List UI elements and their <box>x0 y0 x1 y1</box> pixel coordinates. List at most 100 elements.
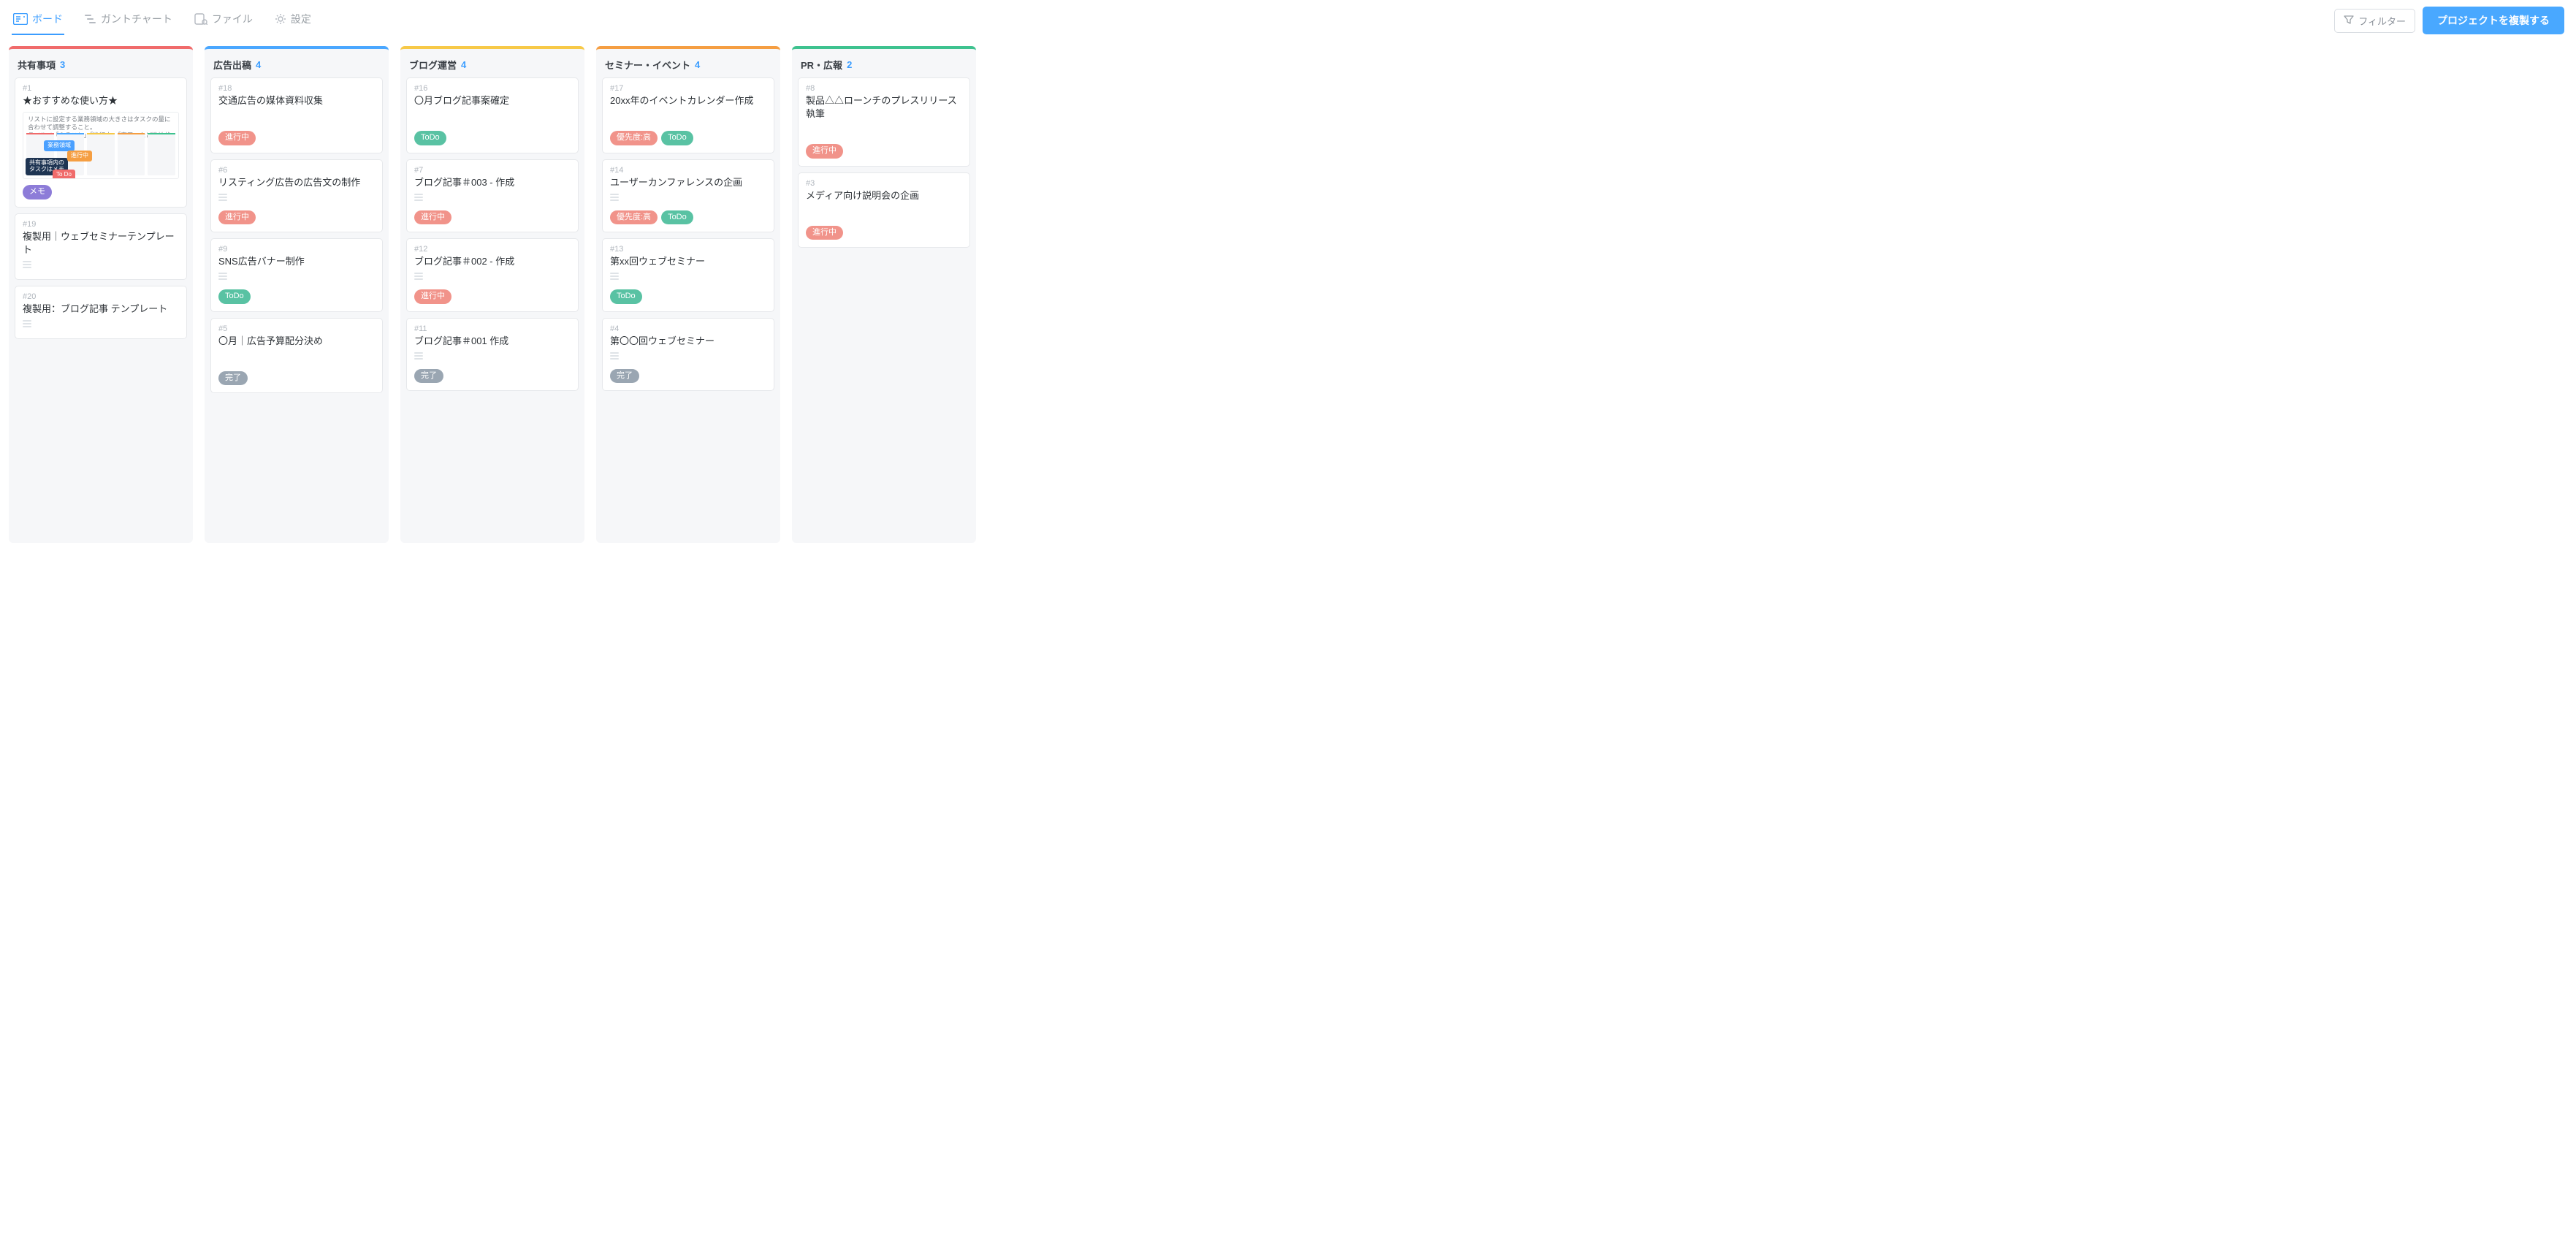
column-title: 広告出稿 <box>213 58 251 72</box>
card-number: #17 <box>610 84 766 93</box>
column-header: 共有事項 3 <box>15 55 187 77</box>
label-todo: ToDo <box>610 289 642 303</box>
card-labels: 進行中 <box>414 210 571 224</box>
card-title: 交通広告の媒体資料収集 <box>218 94 375 107</box>
tab-label: ファイル <box>212 12 253 26</box>
card-number: #13 <box>610 245 766 254</box>
tab-label: ガントチャート <box>101 12 172 26</box>
tab-board[interactable]: ボード <box>12 6 64 35</box>
topbar: ボード ガントチャート ファイル 設定 フィルター <box>0 0 2576 36</box>
checklist-icon <box>610 192 620 202</box>
column-title: ブログ運営 <box>409 58 457 72</box>
view-tabs: ボード ガントチャート ファイル 設定 <box>12 6 313 35</box>
tab-settings[interactable]: 設定 <box>273 6 313 35</box>
label-in_progress: 進行中 <box>414 210 451 224</box>
board-column: 広告出稿 4 #18 交通広告の媒体資料収集 進行中 #6 リスティング広告の広… <box>205 46 389 543</box>
column-count: 2 <box>847 59 852 70</box>
card-labels: 優先度:高ToDo <box>610 131 766 145</box>
task-card[interactable]: #6 リスティング広告の広告文の制作 進行中 <box>210 159 383 233</box>
label-in_progress: 進行中 <box>806 144 843 158</box>
card-title: ブログ記事＃002 - 作成 <box>414 255 571 268</box>
card-labels: 完了 <box>414 369 571 383</box>
task-card[interactable]: #11 ブログ記事＃001 作成 完了 <box>406 318 579 392</box>
task-card[interactable]: #1 ★おすすめな使い方★ リストに設定する業務領域の大きさはタスクの量に合わせ… <box>15 77 187 208</box>
tab-label: ボード <box>32 12 63 26</box>
card-labels: 進行中 <box>218 210 375 224</box>
card-checklist-indicator <box>414 351 571 363</box>
card-labels: メモ <box>23 185 179 199</box>
topbar-actions: フィルター プロジェクトを複製する <box>2334 7 2564 34</box>
card-checklist-indicator <box>414 271 571 284</box>
card-number: #4 <box>610 324 766 333</box>
task-card[interactable]: #8 製品△△ローンチのプレスリリース執筆 進行中 <box>798 77 970 167</box>
task-card[interactable]: #19 複製用｜ウェブセミナーテンプレート <box>15 213 187 280</box>
task-card[interactable]: #16 〇月ブログ記事案確定 ToDo <box>406 77 579 153</box>
card-title: ブログ記事＃001 作成 <box>414 335 571 348</box>
task-card[interactable]: #12 ブログ記事＃002 - 作成 進行中 <box>406 238 579 312</box>
board-column: PR・広報 2 #8 製品△△ローンチのプレスリリース執筆 進行中 #3 メディ… <box>792 46 976 543</box>
task-card[interactable]: #20 複製用：ブログ記事 テンプレート <box>15 286 187 339</box>
task-card[interactable]: #14 ユーザーカンファレンスの企画 優先度:高ToDo <box>602 159 774 233</box>
card-labels: ToDo <box>414 131 571 145</box>
checklist-icon <box>414 351 424 361</box>
tab-gantt[interactable]: ガントチャート <box>83 6 174 35</box>
card-number: #20 <box>23 292 179 301</box>
board-icon <box>13 13 28 25</box>
label-done: 完了 <box>414 369 443 383</box>
task-card[interactable]: #13 第xx回ウェブセミナー ToDo <box>602 238 774 312</box>
card-labels: 進行中 <box>806 226 962 240</box>
label-todo: ToDo <box>414 131 446 145</box>
card-title: SNS広告バナー制作 <box>218 255 375 268</box>
card-checklist-indicator <box>610 271 766 284</box>
gantt-icon <box>85 14 96 24</box>
card-labels: 進行中 <box>218 131 375 145</box>
column-count: 4 <box>256 59 261 70</box>
board-column: 共有事項 3 #1 ★おすすめな使い方★ リストに設定する業務領域の大きさはタス… <box>9 46 193 543</box>
card-title: 〇月ブログ記事案確定 <box>414 94 571 107</box>
task-card[interactable]: #3 メディア向け説明会の企画 進行中 <box>798 172 970 248</box>
label-in_progress: 進行中 <box>806 226 843 240</box>
card-title: メディア向け説明会の企画 <box>806 189 962 202</box>
card-number: #1 <box>23 84 179 93</box>
card-labels: 完了 <box>218 371 375 385</box>
task-card[interactable]: #4 第〇〇回ウェブセミナー 完了 <box>602 318 774 392</box>
card-number: #6 <box>218 166 375 175</box>
card-title: リスティング広告の広告文の制作 <box>218 176 375 189</box>
card-number: #14 <box>610 166 766 175</box>
card-title: 20xx年のイベントカレンダー作成 <box>610 94 766 107</box>
column-count: 4 <box>461 59 466 70</box>
label-done: 完了 <box>218 371 248 385</box>
clone-project-button[interactable]: プロジェクトを複製する <box>2423 7 2564 34</box>
label-done: 完了 <box>610 369 639 383</box>
card-labels: 進行中 <box>414 289 571 303</box>
card-number: #8 <box>806 84 962 93</box>
card-checklist-indicator <box>218 271 375 284</box>
label-todo: ToDo <box>661 131 693 145</box>
filter-button[interactable]: フィルター <box>2334 9 2415 33</box>
column-title: PR・広報 <box>801 58 842 72</box>
task-card[interactable]: #9 SNS広告バナー制作 ToDo <box>210 238 383 312</box>
column-count: 3 <box>60 59 65 70</box>
checklist-icon <box>23 259 33 270</box>
column-title: 共有事項 <box>18 58 56 72</box>
files-icon <box>194 13 207 25</box>
tab-label: 設定 <box>291 12 311 26</box>
filter-label: フィルター <box>2358 14 2406 28</box>
card-title: ★おすすめな使い方★ <box>23 94 179 107</box>
checklist-icon <box>414 192 424 202</box>
card-title: ユーザーカンファレンスの企画 <box>610 176 766 189</box>
task-card[interactable]: #5 〇月｜広告予算配分決め 完了 <box>210 318 383 394</box>
task-card[interactable]: #7 ブログ記事＃003 - 作成 進行中 <box>406 159 579 233</box>
card-number: #9 <box>218 245 375 254</box>
card-number: #16 <box>414 84 571 93</box>
task-card[interactable]: #18 交通広告の媒体資料収集 進行中 <box>210 77 383 153</box>
card-number: #3 <box>806 179 962 188</box>
board-column: ブログ運営 4 #16 〇月ブログ記事案確定 ToDo #7 ブログ記事＃003… <box>400 46 584 543</box>
tab-files[interactable]: ファイル <box>193 6 254 35</box>
column-header: 広告出稿 4 <box>210 55 383 77</box>
checklist-icon <box>23 319 33 329</box>
column-header: PR・広報 2 <box>798 55 970 77</box>
task-card[interactable]: #17 20xx年のイベントカレンダー作成 優先度:高ToDo <box>602 77 774 153</box>
card-number: #11 <box>414 324 571 333</box>
card-title: 複製用｜ウェブセミナーテンプレート <box>23 230 179 256</box>
